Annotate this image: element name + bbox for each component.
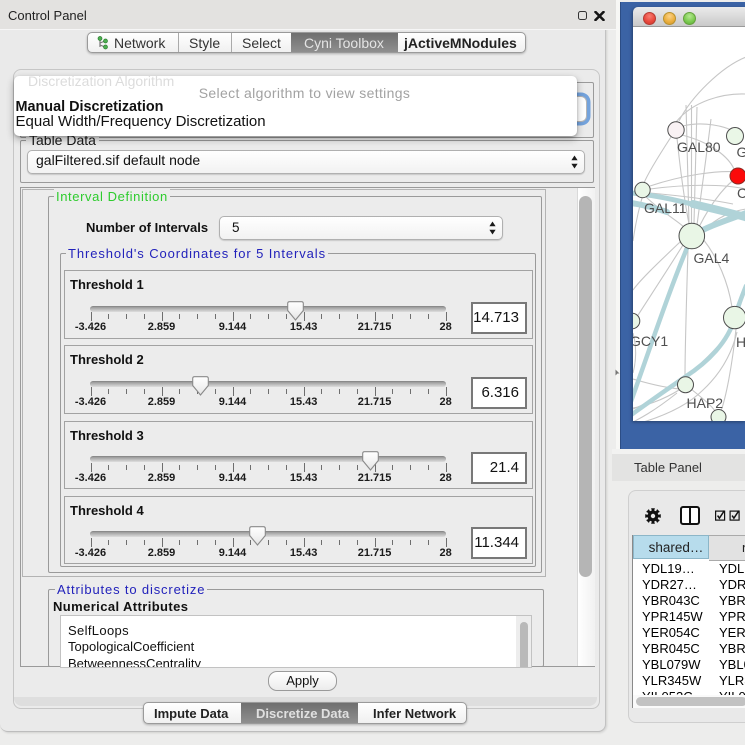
svg-text:GCY1: GCY1 [633,333,668,349]
svg-text:GAL11: GAL11 [644,200,687,216]
svg-text:HAP2: HAP2 [687,395,724,411]
svg-text:C: C [737,185,745,201]
svg-text:H: H [736,334,745,350]
svg-text:GAL4: GAL4 [694,250,730,266]
svg-text:GA: GA [737,144,745,160]
svg-text:GAL80: GAL80 [677,139,721,155]
